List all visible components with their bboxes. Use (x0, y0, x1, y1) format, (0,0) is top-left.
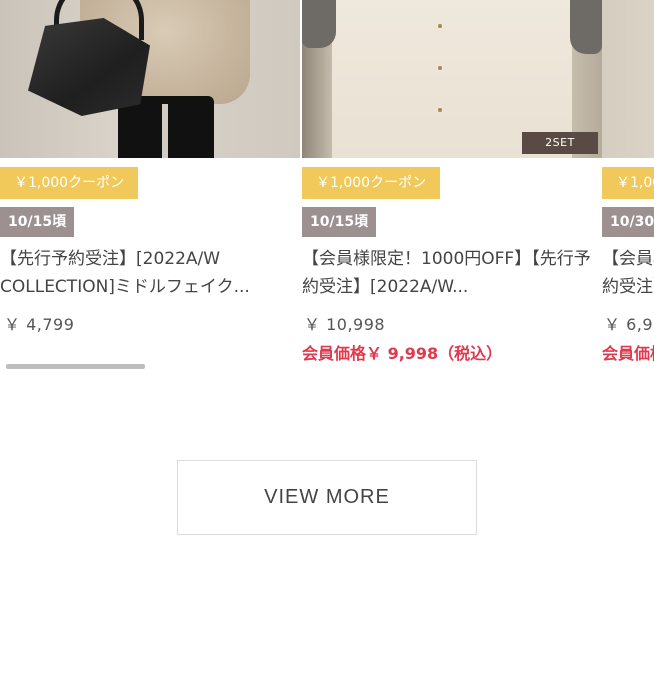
product-price: ￥ 4,799 (4, 315, 75, 334)
product-price: ￥ 6,99 (604, 315, 654, 334)
ship-date-badge: 10/15頃 (302, 207, 377, 237)
product-price: ￥ 10,998 (304, 315, 386, 334)
product-title[interactable]: 【会員様限定！1000円OFF】【先行予約受注】[2022A/W... (302, 245, 592, 301)
view-more-button[interactable]: VIEW MORE (177, 460, 477, 535)
product-image[interactable] (0, 0, 300, 158)
product-title[interactable]: 【先行予約受注】[2022A/W COLLECTION]ミドルフェイク... (0, 245, 290, 301)
coupon-badge: ￥1,000クーポン (302, 167, 441, 199)
coat-button (438, 24, 442, 28)
ship-date-badge: 10/30頃 (602, 207, 654, 237)
carousel-scrollbar[interactable] (6, 364, 145, 369)
coat-button (438, 66, 442, 70)
sleeve-graphic (570, 0, 602, 54)
set-badge: 2SET (522, 132, 598, 154)
coupon-badge: ￥1,000クーポン (602, 167, 654, 199)
product-card[interactable]: ￥1,000クーポン 10/15頃 【先行予約受注】[2022A/W COLLE… (0, 0, 300, 334)
member-price: 会員価格￥ 9,998（税込） (302, 344, 503, 363)
product-image[interactable]: 2SET (302, 0, 602, 158)
member-price: 会員価格 (602, 344, 654, 363)
coupon-badge: ￥1,000クーポン (0, 167, 139, 199)
product-card[interactable]: 2SET ￥1,000クーポン 10/15頃 【会員様限定！1000円OFF】【… (302, 0, 602, 363)
product-card[interactable]: ￥1,000クーポン 10/30頃 【会員様限定！1000円OFF】【先行予約受… (602, 0, 654, 363)
coat-button (438, 108, 442, 112)
product-carousel[interactable]: ￥1,000クーポン 10/15頃 【先行予約受注】[2022A/W COLLE… (0, 0, 654, 380)
ship-date-badge: 10/15頃 (0, 207, 75, 237)
product-image[interactable] (602, 0, 654, 158)
sleeve-graphic (302, 0, 336, 48)
product-title[interactable]: 【会員様限定！1000円OFF】【先行予約受注】 (602, 245, 654, 301)
